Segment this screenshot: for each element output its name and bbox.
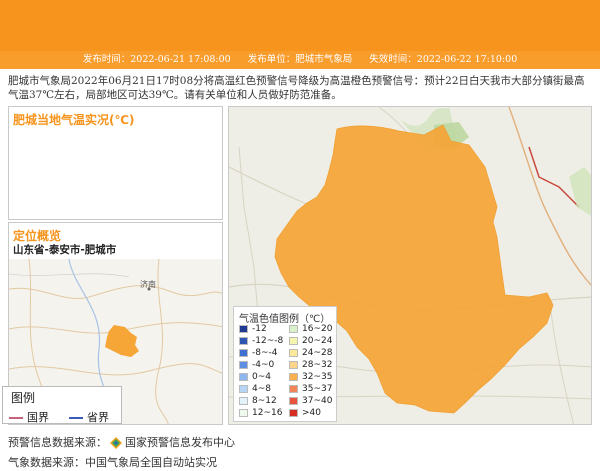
temperature-legend-label: 12~16 bbox=[252, 408, 283, 418]
temperature-legend-item: -4~0 bbox=[239, 360, 274, 371]
temperature-legend-label: 24~28 bbox=[302, 348, 333, 358]
country-border-swatch bbox=[9, 417, 23, 419]
temperature-legend-swatch bbox=[239, 396, 248, 405]
legend-item-province-border: 省界 bbox=[69, 409, 109, 425]
province-border-label: 省界 bbox=[87, 411, 109, 424]
temperature-legend-item: 28~32 bbox=[289, 360, 332, 371]
warning-notice-text: 肥城市气象局2022年06月21日17时08分将高温红色预警信号降级为高温橙色预… bbox=[8, 75, 585, 101]
temperature-legend-item: -12 bbox=[239, 324, 267, 335]
temperature-legend-label: 0~4 bbox=[252, 372, 271, 382]
temperature-color-legend: 气温色值图例（℃） -12 -12~-8 -8~-4 -4~0 0~4 4~8 8~12 12… bbox=[233, 306, 337, 422]
temperature-legend-label: 32~35 bbox=[302, 372, 333, 382]
temperature-legend-item: 24~28 bbox=[289, 348, 332, 359]
map-legend-title: 图例 bbox=[11, 391, 36, 405]
temperature-legend-swatch bbox=[239, 384, 248, 393]
temperature-panel: 肥城当地气温实况(℃) bbox=[8, 106, 223, 220]
temperature-legend-swatch bbox=[289, 336, 298, 345]
temperature-legend-swatch bbox=[289, 384, 298, 393]
temperature-legend-item: 12~16 bbox=[239, 408, 282, 419]
temperature-legend-item: >40 bbox=[289, 408, 321, 419]
temperature-legend-swatch bbox=[289, 324, 298, 333]
temperature-legend-label: -12 bbox=[252, 324, 267, 334]
issue-time: 发布时间：2022-06-21 17:08:00 bbox=[82, 54, 231, 65]
legend-item-country-border: 国界 bbox=[9, 409, 49, 425]
temperature-legend-item: -12~-8 bbox=[239, 336, 283, 347]
temperature-legend-swatch bbox=[289, 372, 298, 381]
temperature-legend-label: -4~0 bbox=[252, 360, 275, 370]
expire-time: 失效时间：2022-06-22 17:10:00 bbox=[369, 54, 518, 65]
temperature-legend-swatch bbox=[289, 408, 298, 417]
temperature-legend-label: >40 bbox=[302, 408, 321, 418]
temperature-legend-label: 16~20 bbox=[302, 324, 333, 334]
temperature-legend-swatch bbox=[239, 348, 248, 357]
temperature-legend-label: 8~12 bbox=[252, 396, 277, 406]
temperature-legend-swatch bbox=[239, 336, 248, 345]
temperature-legend-item: -8~-4 bbox=[239, 348, 278, 359]
warning-center-logo-icon bbox=[110, 437, 122, 449]
weather-source-line: 气象数据来源：中国气象局全国自动站实况 bbox=[8, 456, 217, 469]
map-legend: 图例 国界 省界 bbox=[2, 386, 122, 424]
temperature-legend-item: 35~37 bbox=[289, 384, 332, 395]
temperature-legend-swatch bbox=[239, 408, 248, 417]
temperature-legend-label: 37~40 bbox=[302, 396, 333, 406]
warning-source-label: 预警信息数据来源： bbox=[8, 436, 107, 449]
province-border-swatch bbox=[69, 417, 83, 419]
temperature-legend-label: 35~37 bbox=[302, 384, 333, 394]
temperature-legend-swatch bbox=[239, 324, 248, 333]
header-banner bbox=[0, 0, 600, 51]
temperature-legend-swatch bbox=[289, 396, 298, 405]
issuer: 发布单位：肥城市气象局 bbox=[247, 54, 353, 65]
temperature-legend-label: 4~8 bbox=[252, 384, 271, 394]
temperature-legend-label: 20~24 bbox=[302, 336, 333, 346]
warning-source-line: 预警信息数据来源： 国家预警信息发布中心 bbox=[8, 434, 235, 450]
temperature-legend-item: 32~35 bbox=[289, 372, 332, 383]
temperature-legend-swatch bbox=[289, 348, 298, 357]
temperature-legend-item: 8~12 bbox=[239, 396, 277, 407]
temperature-legend-label: -8~-4 bbox=[252, 348, 278, 358]
temperature-legend-swatch bbox=[239, 372, 248, 381]
temperature-legend-swatch bbox=[289, 360, 298, 369]
temperature-legend-label: -12~-8 bbox=[252, 336, 284, 346]
location-path: 山东省-泰安市-肥城市 bbox=[13, 244, 117, 256]
temperature-legend-label: 28~32 bbox=[302, 360, 333, 370]
temperature-legend-item: 37~40 bbox=[289, 396, 332, 407]
temperature-legend-title: 气温色值图例（℃） bbox=[239, 314, 331, 325]
city-label-jinan: 济南 bbox=[140, 279, 156, 289]
temperature-legend-item: 16~20 bbox=[289, 324, 332, 335]
temperature-panel-title: 肥城当地气温实况(℃) bbox=[13, 113, 135, 127]
temperature-legend-item: 4~8 bbox=[239, 384, 271, 395]
warning-source-org[interactable]: 国家预警信息发布中心 bbox=[125, 436, 235, 449]
country-border-label: 国界 bbox=[27, 411, 49, 424]
temperature-legend-swatch bbox=[239, 360, 248, 369]
warning-meta-bar: 发布时间：2022-06-21 17:08:00 发布单位：肥城市气象局 失效时… bbox=[0, 51, 600, 69]
temperature-legend-item: 0~4 bbox=[239, 372, 271, 383]
temperature-legend-item: 20~24 bbox=[289, 336, 332, 347]
